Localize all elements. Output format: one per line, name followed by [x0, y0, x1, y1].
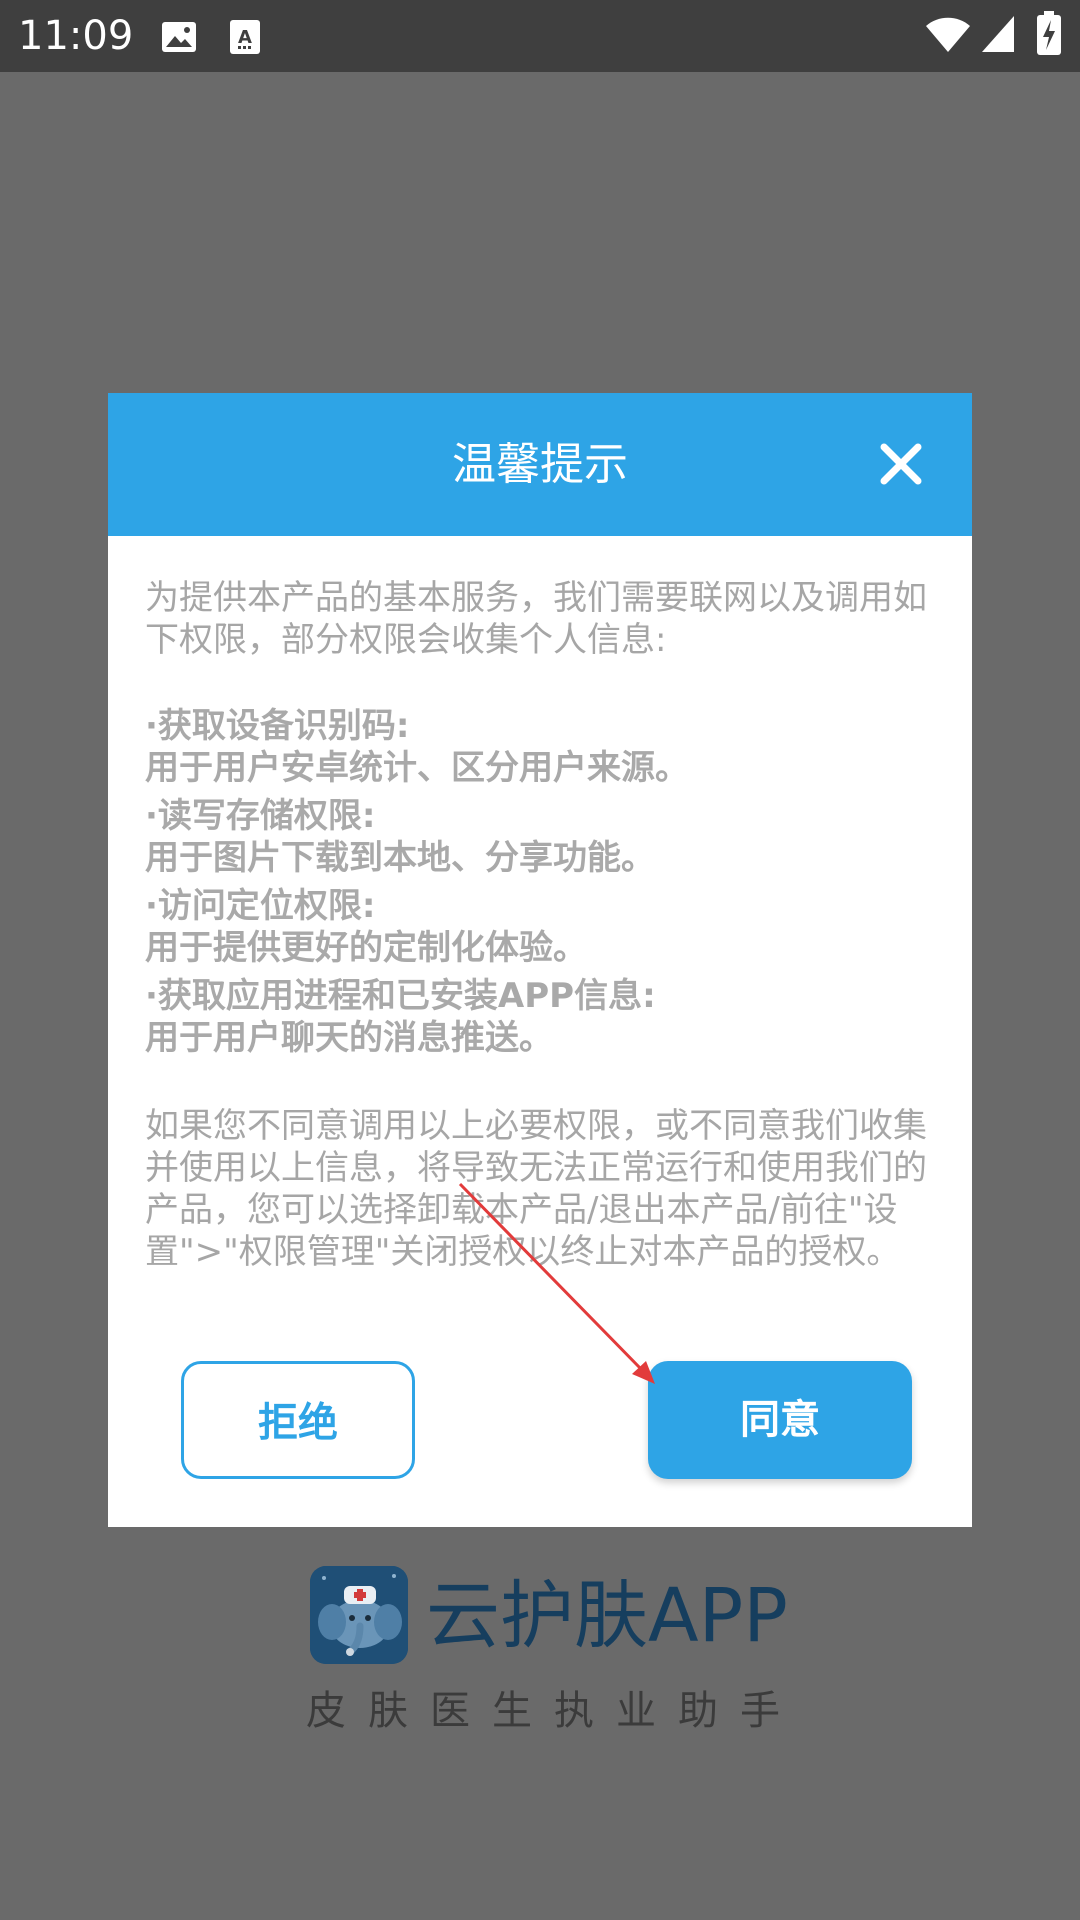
permission-desc: 用于提供更好的定制化体验。 — [145, 928, 587, 968]
permission-desc: 用于用户安卓统计、区分用户来源。 — [145, 748, 689, 788]
permission-title: ·访问定位权限: — [145, 886, 376, 926]
permission-item: ·获取设备识别码: 用于用户安卓统计、区分用户来源。 — [145, 705, 945, 789]
battery-charging-icon — [1037, 11, 1061, 55]
permission-title: ·获取应用进程和已安装APP信息: — [145, 976, 656, 1016]
dialog-body: 为提供本产品的基本服务，我们需要联网以及调用如下权限，部分权限会收集个人信息: … — [145, 577, 945, 1273]
wifi-icon — [926, 17, 970, 52]
notice-text: 如果您不同意调用以上必要权限，或不同意我们收集并使用以上信息，将导致无法正常运行… — [145, 1106, 927, 1272]
app-tagline: 皮肤医生执业助手 — [306, 1688, 802, 1734]
intro-text: 为提供本产品的基本服务，我们需要联网以及调用如下权限，部分权限会收集个人信息: — [145, 578, 927, 660]
image-icon — [162, 22, 196, 52]
privacy-dialog: 温馨提示 为提供本产品的基本服务，我们需要联网以及调用如下权限，部分权限会收集个… — [108, 393, 972, 1527]
permission-item: ·获取应用进程和已安装APP信息: 用于用户聊天的消息推送。 — [145, 975, 945, 1059]
permission-title: ·获取设备识别码: — [145, 706, 410, 746]
close-icon[interactable] — [874, 437, 928, 491]
permission-desc: 用于图片下载到本地、分享功能。 — [145, 838, 655, 878]
agree-button[interactable]: 同意 — [648, 1361, 912, 1479]
status-time: 11:09 — [18, 13, 134, 59]
dialog-title: 温馨提示 — [452, 439, 628, 490]
elephant-mascot-icon — [310, 1566, 408, 1664]
dialog-header: 温馨提示 — [108, 393, 972, 536]
permission-desc: 用于用户聊天的消息推送。 — [145, 1018, 553, 1058]
permission-title: ·读写存储权限: — [145, 796, 376, 836]
reject-button[interactable]: 拒绝 — [181, 1361, 415, 1479]
app-name: 云护肤APP — [426, 1573, 788, 1659]
app-logo — [310, 1566, 408, 1664]
svg-text:A: A — [238, 27, 252, 48]
text-notification-icon: A — [230, 20, 260, 54]
signal-icon — [982, 16, 1014, 52]
status-bar: 11:09 A — [0, 0, 1080, 72]
permission-item: ·读写存储权限: 用于图片下载到本地、分享功能。 — [145, 795, 945, 879]
permission-item: ·访问定位权限: 用于提供更好的定制化体验。 — [145, 885, 945, 969]
